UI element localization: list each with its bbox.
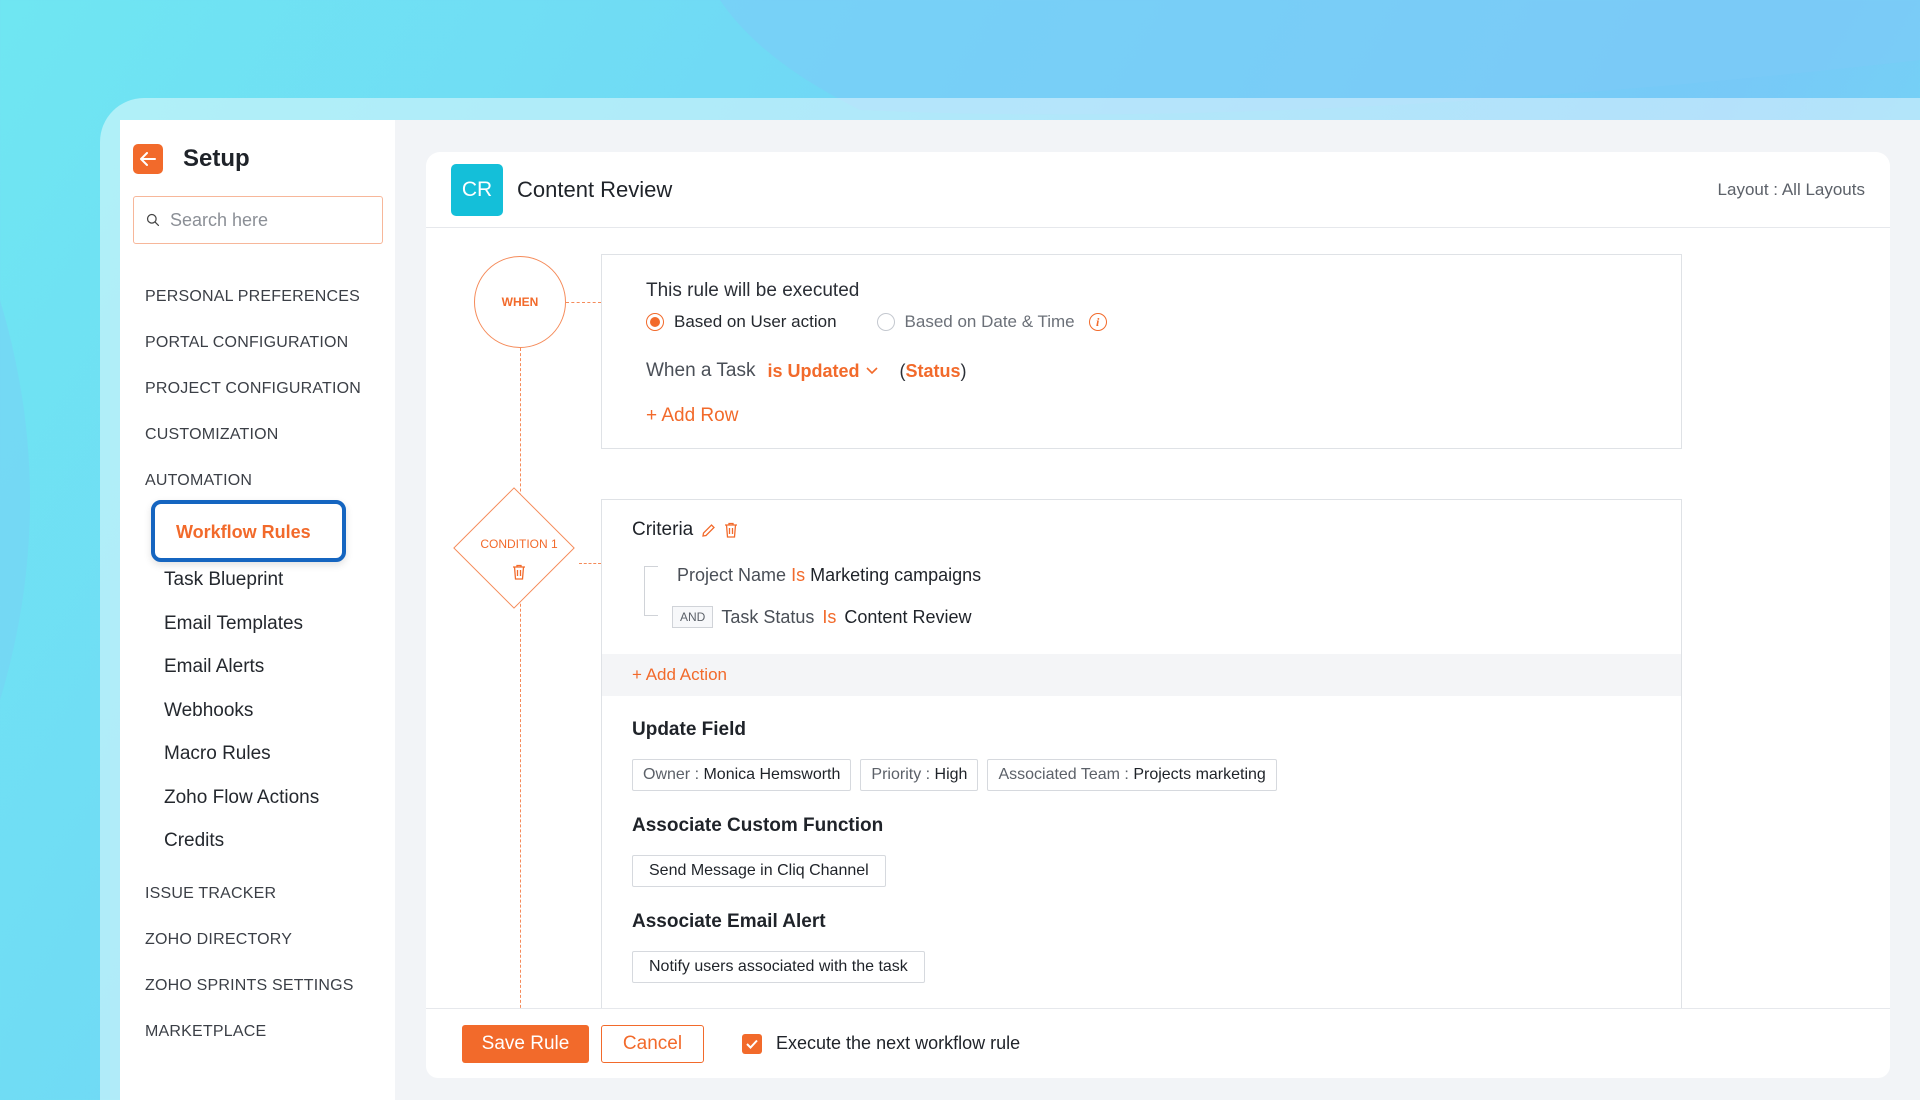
layout-label: Layout : [1717,179,1779,199]
rule-badge: CR [451,163,503,216]
sidebar-section-personal-preferences[interactable]: PERSONAL PREFERENCES [133,274,382,320]
layout-indicator[interactable]: Layout : All Layouts [1718,180,1865,200]
rule-title: Content Review [517,176,673,202]
add-row-button[interactable]: + Add Row [646,405,1637,427]
sidebar-item-email-alerts[interactable]: Email Alerts [133,645,382,689]
plus-icon: + [646,405,658,426]
criteria-value: Content Review [844,606,972,627]
update-field-chip-owner[interactable]: Owner : Monica Hemsworth [632,759,852,791]
sidebar: Setup PERSONAL PREFERENCES PORTAL CONFIG… [120,120,395,1100]
sidebar-item-credits[interactable]: Credits [133,819,382,863]
flow-connector [520,328,521,1032]
criteria-bracket [644,566,658,616]
check-icon [746,1039,758,1049]
sidebar-item-webhooks[interactable]: Webhooks [133,689,382,733]
sidebar-title: Setup [183,145,250,172]
criteria-field: Project Name [677,565,787,585]
when-node: WHEN [474,256,566,348]
sidebar-section-portal-configuration[interactable]: PORTAL CONFIGURATION [133,320,382,366]
chevron-down-icon [865,367,878,375]
save-rule-button[interactable]: Save Rule [462,1024,589,1063]
field-close: ) [960,360,967,381]
info-icon[interactable]: i [1088,313,1107,331]
condition-panel: Criteria Project Name Is Marketing campa… [601,499,1682,1032]
sidebar-item-email-templates[interactable]: Email Templates [133,602,382,646]
criteria-operator: Is [822,606,837,627]
search-input[interactable] [170,209,370,231]
sidebar-section-customization[interactable]: CUSTOMIZATION [133,412,382,458]
and-tag: AND [672,606,714,628]
criteria-row: AND Task Status Is Content Review [672,606,971,628]
layout-value: All Layouts [1781,179,1865,199]
execute-next-label: Execute the next workflow rule [776,1033,1021,1053]
sidebar-item-macro-rules[interactable]: Macro Rules [133,732,382,776]
rule-card: CR Content Review Layout : All Layouts W… [426,152,1890,1032]
sidebar-section-zoho-sprints-settings[interactable]: ZOHO SPRINTS SETTINGS [133,963,382,1009]
sidebar-item-zoho-flow-actions[interactable]: Zoho Flow Actions [133,776,382,820]
sidebar-section-automation[interactable]: AUTOMATION [133,458,382,496]
add-action-button[interactable]: + Add Action [602,654,1681,696]
search-icon [146,213,160,227]
footer-bar: Save Rule Cancel Execute the next workfl… [426,1008,1890,1078]
trash-icon[interactable] [512,564,526,580]
update-field-chip-team[interactable]: Associated Team : Projects marketing [987,759,1277,791]
field-value: Status [905,360,961,381]
execute-next-checkbox[interactable] [742,1033,762,1054]
field-selector[interactable]: (Status) [900,361,967,382]
email-alert-title: Associate Email Alert [632,911,826,932]
update-field-title: Update Field [632,719,747,740]
app-window: Setup PERSONAL PREFERENCES PORTAL CONFIG… [120,120,1920,1100]
criteria-field: Task Status [721,606,815,627]
update-field-chip-priority[interactable]: Priority : High [860,759,979,791]
when-panel: This rule will be executed Based on User… [601,254,1682,449]
sidebar-section-issue-tracker[interactable]: ISSUE TRACKER [133,871,382,917]
execution-title: This rule will be executed [646,280,860,301]
sidebar-section-zoho-directory[interactable]: ZOHO DIRECTORY [133,917,382,963]
criteria-operator: Is [791,565,806,585]
trash-icon[interactable] [724,522,738,538]
custom-function-chip[interactable]: Send Message in Cliq Channel [632,855,886,887]
operator-dropdown[interactable]: is Updated [767,360,878,382]
cancel-button[interactable]: Cancel [601,1024,704,1063]
condition-connector [579,563,601,564]
rule-header: CR Content Review Layout : All Layouts [426,152,1890,228]
search-box[interactable] [133,196,383,244]
main-content: CR Content Review Layout : All Layouts W… [395,120,1920,1100]
custom-function-title: Associate Custom Function [632,815,884,836]
criteria-title: Criteria [632,519,694,540]
sidebar-section-project-configuration[interactable]: PROJECT CONFIGURATION [133,366,382,412]
sidebar-section-marketplace[interactable]: MARKETPLACE [133,1009,382,1055]
sidebar-item-task-blueprint[interactable]: Task Blueprint [133,558,382,602]
when-row-prefix: When a Task [646,360,756,381]
back-arrow-icon[interactable] [133,144,163,174]
when-connector [566,302,601,303]
radio-user-action-label[interactable]: Based on User action [674,312,837,332]
criteria-row: Project Name Is Marketing campaigns [677,565,981,586]
sidebar-item-workflow-rules[interactable]: Workflow Rules [151,500,346,562]
radio-user-action[interactable] [646,313,664,331]
radio-date-time-label[interactable]: Based on Date & Time [905,312,1075,332]
criteria-value: Marketing campaigns [810,565,982,585]
radio-date-time[interactable] [876,313,895,331]
pencil-icon[interactable] [701,523,716,538]
add-row-label: Add Row [661,405,739,426]
email-alert-chip[interactable]: Notify users associated with the task [632,951,925,983]
operator-value: is Updated [767,360,860,381]
condition-node-label: CONDITION 1 [480,537,558,551]
